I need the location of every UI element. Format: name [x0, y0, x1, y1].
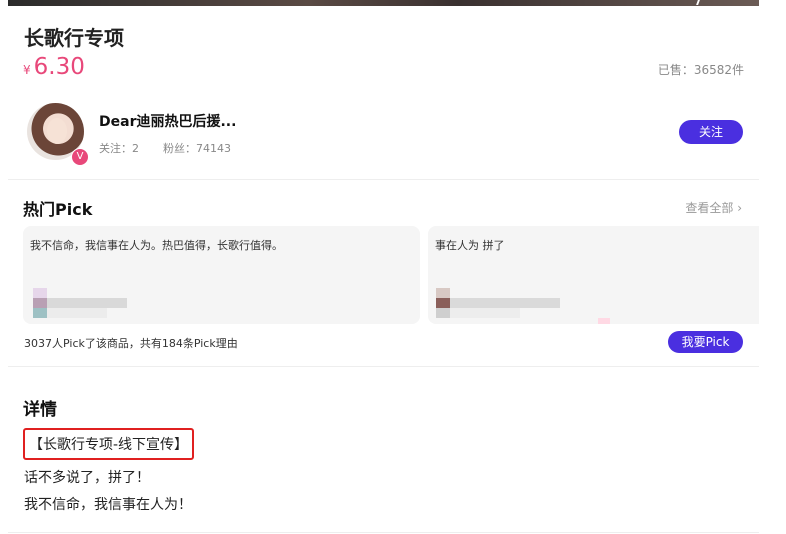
hero-image [8, 0, 759, 6]
product-title: 长歌行专项 [24, 26, 124, 50]
details-line: 我不信命，我信事在人为！ [24, 497, 192, 513]
product-price: ¥ 6.30 [23, 54, 85, 80]
divider [8, 532, 759, 533]
fans-count: 粉丝：74143 [163, 142, 231, 155]
see-all-link[interactable]: 查看全部 › [685, 199, 742, 216]
pick-card-text: 我不信命，我信事在人为。热巴值得，长歌行值得。 [30, 239, 283, 252]
details-line: 话不多说了，拼了！ [24, 470, 150, 486]
pick-summary: 3037人Pick了该商品，共有184条Pick理由 [24, 337, 238, 350]
currency-symbol: ¥ [23, 63, 31, 77]
verified-badge-icon: V [71, 148, 89, 166]
hot-pick-title: 热门Pick [23, 200, 93, 219]
divider [8, 366, 759, 367]
sold-count: 已售：36582件 [657, 63, 744, 77]
user-stats: 关注：2 粉丝：74143 [99, 140, 231, 156]
user-name[interactable]: Dear迪丽热巴后援... [99, 111, 236, 131]
details-highlight: 【长歌行专项-线下宣传】 [23, 428, 195, 460]
pick-card[interactable]: 我不信命，我信事在人为。热巴值得，长歌行值得。 [23, 226, 420, 324]
follow-count: 关注：2 [99, 142, 139, 155]
pick-card-text: 事在人为 拼了 [435, 239, 505, 252]
divider [8, 179, 759, 180]
want-pick-button[interactable]: 我要Pick [668, 331, 743, 353]
avatar-face [47, 118, 67, 144]
details-title: 详情 [23, 400, 57, 420]
follow-button[interactable]: 关注 [679, 120, 743, 144]
pick-card[interactable]: 事在人为 拼了 [428, 226, 759, 324]
price-value: 6.30 [33, 54, 85, 80]
